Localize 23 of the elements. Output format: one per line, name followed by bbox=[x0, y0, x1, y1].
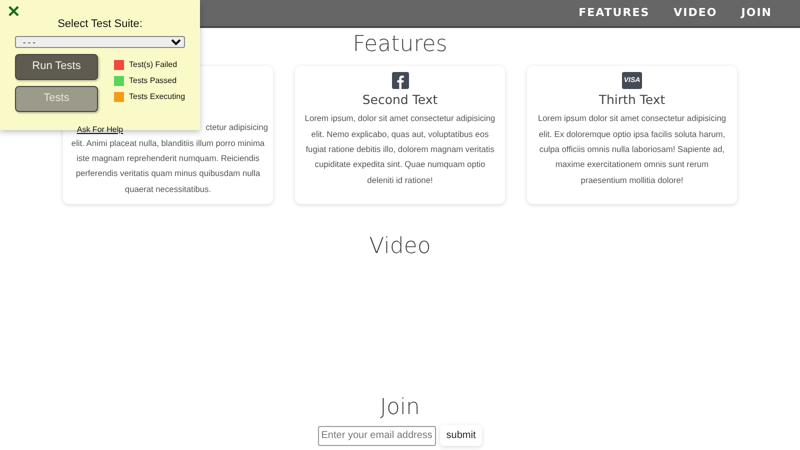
test-button[interactable]: Run Tests bbox=[15, 54, 98, 80]
suite-dropdown[interactable]: - - - bbox=[15, 36, 185, 48]
section-heading: Video bbox=[369, 234, 431, 261]
nav-link[interactable]: JOIN bbox=[741, 4, 772, 22]
card-text: elit. Animi placeat nulla, blanditiis illum porro minima iste magnam reprehenderit numquam. Reiciendis perferendis veritatis quam minus quibusdam nulla quaerat necessitatibus. bbox=[71, 136, 265, 196]
help-link[interactable]: Ask For Help bbox=[76, 124, 124, 134]
legend-label: Test(s) Failed bbox=[129, 58, 178, 70]
card-text: Lorem ipsum dolor sit amet consectetur adipisicing elit. Ex doloremque optio ipsa facilis soluta harum, culpa officiis omnis nulla laboriosam! Sapiente ad, maxime exercitationem omnis sunt rerum praesentium mollitia dolore! bbox=[536, 112, 728, 187]
close-button[interactable]: ✕ bbox=[7, 3, 20, 23]
letter-f-square-icon bbox=[392, 72, 408, 90]
nav-link[interactable]: FEATURES bbox=[578, 4, 650, 22]
card-title: Thirth Text bbox=[598, 92, 666, 108]
legend-label: Tests Passed bbox=[129, 74, 177, 86]
nav-link[interactable]: VIDEO bbox=[674, 4, 718, 22]
submit-button[interactable]: submit bbox=[440, 425, 482, 446]
section-heading: Join bbox=[380, 394, 420, 422]
suite-label: Select Test Suite: bbox=[56, 17, 144, 32]
section-heading: Features bbox=[352, 32, 448, 58]
legend-label: Tests Executing bbox=[129, 90, 186, 102]
email-field[interactable]: Enter your email address bbox=[318, 426, 436, 446]
card-text: Lorem ipsum, dolor sit amet consectetur adipisicing elit. Nemo explicabo, quas aut, voluptatibus eos fugiat ratione debitis illo, dolorem magnam veritatis cupiditate expedita sint. Quae numquam optio deleniti id ratione! bbox=[304, 112, 496, 187]
card-text: ctetur adipisicing bbox=[206, 121, 268, 134]
card-title: Second Text bbox=[361, 92, 439, 108]
